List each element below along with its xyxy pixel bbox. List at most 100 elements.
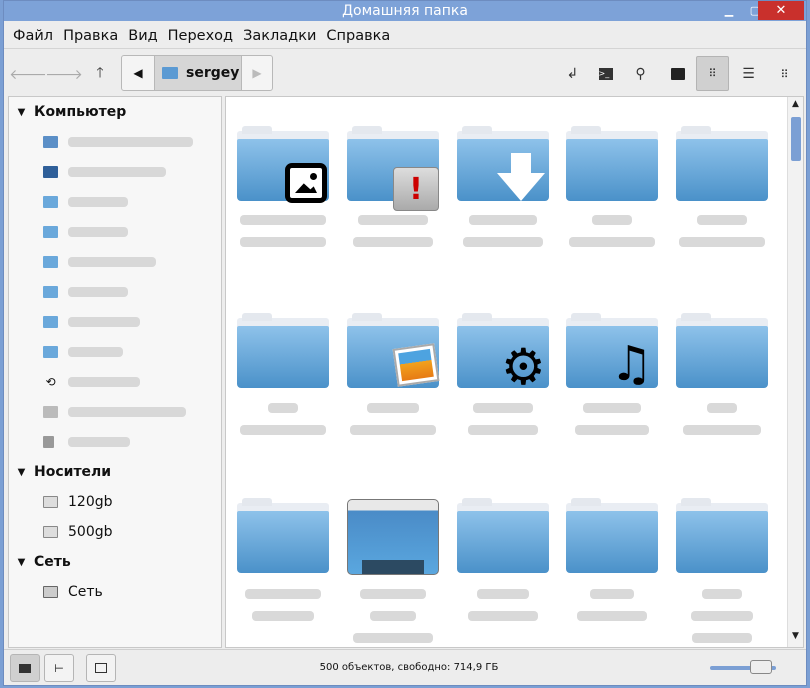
- zoom-slider[interactable]: [710, 660, 776, 674]
- sidebar-item-folder[interactable]: [9, 337, 221, 367]
- icon-view-button[interactable]: ⠿: [696, 56, 729, 91]
- back-button[interactable]: 🡐: [9, 58, 47, 90]
- menu-bar: Файл Правка Вид Переход Закладки Справка: [4, 23, 806, 49]
- sidebar-section-network[interactable]: ▼ Сеть: [9, 547, 221, 577]
- sidebar-section-devices[interactable]: ▼ Носители: [9, 457, 221, 487]
- folder-item[interactable]: [457, 125, 549, 201]
- sidebar-item-label: Сеть: [68, 584, 103, 600]
- folder-icon: [43, 226, 58, 238]
- sidebar-item-network[interactable]: Сеть: [9, 577, 221, 607]
- sidebar-item-folder[interactable]: [9, 277, 221, 307]
- scroll-up-arrow-icon[interactable]: ▲: [788, 99, 803, 113]
- desktop-folder-item[interactable]: [347, 497, 439, 575]
- folder-icon: [19, 663, 31, 673]
- folder-label: [236, 587, 330, 625]
- sidebar-section-computer[interactable]: ▼ Компьютер: [9, 97, 221, 127]
- search-button[interactable]: ⚲: [624, 58, 657, 90]
- show-tree-button[interactable]: ⊢: [44, 654, 74, 682]
- file-grid-view[interactable]: ! ⚙ ♫ ▲ ▼: [225, 96, 804, 648]
- folder-item[interactable]: [676, 497, 768, 573]
- folder-label: [675, 401, 769, 439]
- folder-label: [565, 401, 659, 439]
- menu-bookmarks[interactable]: Закладки: [238, 28, 321, 44]
- window-title: Домашняя папка: [342, 3, 468, 19]
- image-emblem-icon: [285, 163, 327, 203]
- close-button[interactable]: ✕: [758, 1, 804, 20]
- status-text: 500 объектов, свободно: 714,9 ГБ: [319, 662, 499, 673]
- folder-label: [675, 587, 769, 647]
- path-scroll-left-button[interactable]: ◀: [122, 56, 155, 90]
- folder-icon: [43, 196, 58, 208]
- folder-icon: [43, 316, 58, 328]
- folder-label: [236, 401, 330, 439]
- places-sidebar: ▼ Компьютер ⟲ ▼ Носители 120gb 500gb ▼ Сеть…: [8, 96, 222, 648]
- menu-view[interactable]: Вид: [123, 28, 162, 44]
- folder-item[interactable]: [676, 312, 768, 388]
- drive-icon: [43, 526, 58, 538]
- arrow-up-icon: 🡑: [96, 65, 104, 81]
- folder-item[interactable]: [237, 497, 329, 573]
- triangle-right-icon: ▶: [252, 66, 262, 80]
- folder-item[interactable]: ⚙: [457, 312, 549, 392]
- folder-item[interactable]: [676, 125, 768, 201]
- list-view-icon: ☰: [742, 66, 755, 82]
- terminal-button[interactable]: >_: [589, 58, 622, 90]
- sidebar-item-recent[interactable]: ⟲: [9, 367, 221, 397]
- folder-icon: [43, 256, 58, 268]
- sidebar-item-home[interactable]: [9, 127, 221, 157]
- icon-view-icon: ⠿: [708, 67, 717, 80]
- compact-view-button[interactable]: ⠿: [768, 58, 801, 90]
- folder-label: [565, 587, 659, 625]
- folder-item[interactable]: !: [347, 125, 439, 211]
- sidebar-item-folder[interactable]: [9, 217, 221, 247]
- open-location-button[interactable]: ↲: [556, 58, 589, 90]
- trash-icon: [43, 436, 54, 448]
- list-view-button[interactable]: ☰: [732, 58, 765, 90]
- sidebar-item-500gb[interactable]: 500gb: [9, 517, 221, 547]
- folder-item[interactable]: [566, 125, 658, 201]
- desktop-emblem-icon: [347, 499, 439, 575]
- menu-help[interactable]: Справка: [321, 28, 395, 44]
- sidebar-toggle-icon: [95, 663, 107, 673]
- arrow-left-icon: 🡐: [9, 66, 47, 83]
- folder-icon: [43, 346, 58, 358]
- breadcrumb-current[interactable]: sergey: [155, 56, 241, 90]
- sidebar-item-folder[interactable]: [9, 247, 221, 277]
- drive-icon: [43, 496, 58, 508]
- menu-go[interactable]: Переход: [163, 28, 238, 44]
- menu-edit[interactable]: Правка: [58, 28, 123, 44]
- section-title: Компьютер: [34, 104, 127, 120]
- sidebar-item-filesystem[interactable]: [9, 397, 221, 427]
- toggle-sidebar-button[interactable]: [86, 654, 116, 682]
- folder-item[interactable]: [566, 497, 658, 573]
- folder-item[interactable]: [237, 312, 329, 388]
- minimize-button[interactable]: ▁: [716, 1, 742, 20]
- expand-triangle-icon: ▼: [17, 466, 26, 478]
- expand-triangle-icon: ▼: [17, 556, 26, 568]
- show-places-button[interactable]: [10, 654, 40, 682]
- scroll-down-arrow-icon[interactable]: ▼: [788, 631, 803, 645]
- up-button[interactable]: 🡑: [88, 58, 112, 90]
- image-preview-icon: [670, 68, 685, 80]
- sidebar-item-folder[interactable]: [9, 187, 221, 217]
- triangle-left-icon: ◀: [133, 66, 143, 80]
- window-titlebar[interactable]: Домашняя папка: [4, 1, 806, 21]
- sidebar-item-folder[interactable]: [9, 307, 221, 337]
- folder-item[interactable]: [347, 312, 440, 388]
- sidebar-item-120gb[interactable]: 120gb: [9, 487, 221, 517]
- home-folder-icon: [162, 67, 178, 79]
- vertical-scrollbar[interactable]: ▲ ▼: [787, 97, 803, 647]
- folder-item[interactable]: [237, 125, 329, 203]
- sidebar-item-trash[interactable]: [9, 427, 221, 457]
- sidebar-item-desktop[interactable]: [9, 157, 221, 187]
- forward-button[interactable]: 🡒: [45, 58, 83, 90]
- path-scroll-right-button[interactable]: ▶: [241, 56, 272, 90]
- scrollbar-thumb[interactable]: [791, 117, 801, 161]
- image-preview-button[interactable]: [661, 58, 694, 90]
- menu-file[interactable]: Файл: [8, 28, 58, 44]
- pictures-emblem-icon: [392, 343, 440, 387]
- folder-item[interactable]: ♫: [566, 312, 658, 388]
- folder-item[interactable]: [457, 497, 549, 573]
- zoom-slider-handle[interactable]: [750, 660, 772, 674]
- section-title: Носители: [34, 464, 112, 480]
